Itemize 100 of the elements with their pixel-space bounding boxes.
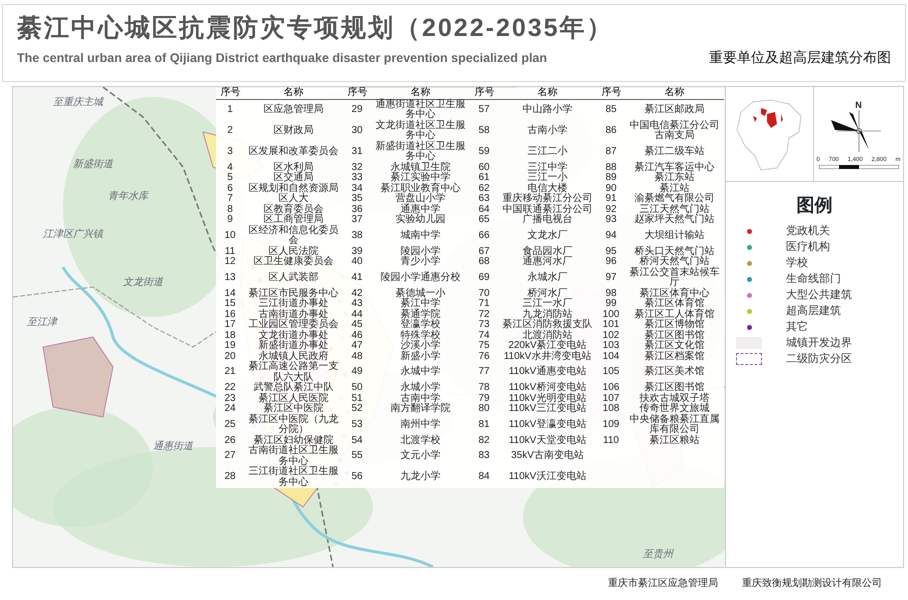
unit-number: 85 — [597, 99, 625, 120]
unit-number: 66 — [470, 226, 498, 246]
footer-text: 重庆市綦江区应急管理局 — [608, 576, 718, 591]
unit-number: 3 — [216, 142, 244, 162]
unit-number: 29 — [343, 99, 371, 120]
unit-number: 30 — [343, 120, 371, 142]
unit-number: 15 — [216, 299, 244, 310]
unit-number: 20 — [216, 352, 244, 362]
unit-name: 北渡消防站 — [498, 330, 597, 341]
unit-name: 桥河天然气门站 — [625, 257, 724, 268]
unit-name: 新盛街道办事处 — [244, 341, 343, 352]
unit-number: 63 — [470, 194, 498, 204]
unit-number: 69 — [470, 268, 498, 288]
unit-name: 工业园区管理委员会 — [244, 320, 343, 330]
unit-number: 104 — [597, 352, 625, 362]
unit-number: 55 — [343, 446, 371, 467]
unit-name: 通惠街道社区卫生服务中心 — [371, 99, 470, 120]
unit-number: 81 — [470, 414, 498, 436]
unit-name: 綦江站 — [625, 184, 724, 194]
unit-number: 11 — [216, 246, 244, 257]
unit-name: 古南街道办事处 — [244, 310, 343, 320]
unit-name: 綦江区人民医院 — [244, 394, 343, 404]
unit-number: 62 — [470, 184, 498, 194]
unit-name: 营盘山小学 — [371, 194, 470, 204]
unit-name: 三江一小 — [498, 173, 597, 184]
unit-name: 新盛小学 — [371, 352, 470, 362]
unit-name: 綦江区工人体育馆 — [625, 310, 724, 320]
unit-number: 82 — [470, 436, 498, 446]
unit-number: 31 — [343, 142, 371, 162]
unit-name: 三江一水厂 — [498, 299, 597, 310]
unit-name: 区财政局 — [244, 120, 343, 142]
unit-number: 74 — [470, 330, 498, 341]
unit-number: 76 — [470, 352, 498, 362]
unit-name: 綦江区图书馆 — [625, 330, 724, 341]
unit-name: 綦江区市民服务中心 — [244, 288, 343, 299]
unit-name: 綦江区中医院（九龙分院） — [244, 414, 343, 436]
unit-name: 区交通局 — [244, 173, 343, 184]
unit-number: 65 — [470, 215, 498, 226]
unit-name: 三江天然气门站 — [625, 204, 724, 215]
unit-number: 70 — [470, 288, 498, 299]
unit-name: 广播电视台 — [498, 215, 597, 226]
unit-name: 綦江区博物馆 — [625, 320, 724, 330]
unit-name: 110kV通惠变电站 — [498, 362, 597, 383]
unit-number: 14 — [216, 288, 244, 299]
unit-name: 南方翻译学院 — [371, 404, 470, 414]
place-label: 青年水库 — [108, 191, 148, 202]
unit-number: 46 — [343, 330, 371, 341]
unit-name: 永城镇人民政府 — [244, 352, 343, 362]
unit-name: 新盛街道社区卫生服务中心 — [371, 142, 470, 162]
place-label: 江津区广兴镇 — [43, 229, 103, 240]
place-label: 文龙街道 — [123, 277, 163, 288]
unit-number: 103 — [597, 341, 625, 352]
unit-name: 区应急管理局 — [244, 99, 343, 120]
unit-name: 三江二小 — [498, 142, 597, 162]
unit-number: 91 — [597, 194, 625, 204]
place-label: 通惠街道 — [153, 441, 193, 452]
unit-name: 110kV三江变电站 — [498, 404, 597, 414]
unit-number: 9 — [216, 215, 244, 226]
unit-number: 79 — [470, 394, 498, 404]
unit-number: 49 — [343, 362, 371, 383]
unit-name: 永城中学 — [371, 362, 470, 383]
unit-name: 赵家坪天然气门站 — [625, 215, 724, 226]
unit-number: 60 — [470, 162, 498, 173]
unit-name: 綦德城一小 — [371, 288, 470, 299]
unit-number: 64 — [470, 204, 498, 215]
unit-number: 45 — [343, 320, 371, 330]
unit-number: 94 — [597, 226, 625, 246]
unit-name: 110kV登瀛变电站 — [498, 414, 597, 436]
legend-label: 城镇开发边界 — [786, 336, 852, 351]
unit-name: 重庆移动綦江分公司 — [498, 194, 597, 204]
unit-number: 87 — [597, 142, 625, 162]
unit-number: 12 — [216, 257, 244, 268]
unit-name: 区工商管理局 — [244, 215, 343, 226]
unit-name: 陵园小学 — [371, 246, 470, 257]
unit-name: 110kV桥河变电站 — [498, 383, 597, 394]
unit-number: 110 — [597, 436, 625, 446]
map-title: 綦江中心城区抗震防灾专项规划（2022-2035年） — [17, 13, 615, 43]
unit-name: 区经济和信息化委员会 — [244, 226, 343, 246]
unit-name: 文龙街道办事处 — [244, 330, 343, 341]
unit-number: 108 — [597, 404, 625, 414]
unit-name: 永城小学 — [371, 383, 470, 394]
unit-number: 98 — [597, 288, 625, 299]
unit-number: 22 — [216, 383, 244, 394]
unit-name: 三江街道社区卫生服务中心 — [244, 467, 343, 488]
place-label: 新盛街道 — [73, 159, 113, 170]
unit-number: 58 — [470, 120, 498, 142]
unit-name: 区人民法院 — [244, 246, 343, 257]
unit-name: 桥河水厂 — [498, 288, 597, 299]
unit-number: 4 — [216, 162, 244, 173]
unit-number: 1 — [216, 99, 244, 120]
unit-name: 武警总队綦江中队 — [244, 383, 343, 394]
unit-name: 北渡学校 — [371, 436, 470, 446]
unit-name: 南州中学 — [371, 414, 470, 436]
unit-name: 大坝组计输站 — [625, 226, 724, 246]
legend-label: 学校 — [786, 256, 808, 271]
unit-number: 21 — [216, 362, 244, 383]
unit-number: 18 — [216, 330, 244, 341]
unit-number: 39 — [343, 246, 371, 257]
unit-name: 电信大楼 — [498, 184, 597, 194]
unit-name: 通惠河水厂 — [498, 257, 597, 268]
